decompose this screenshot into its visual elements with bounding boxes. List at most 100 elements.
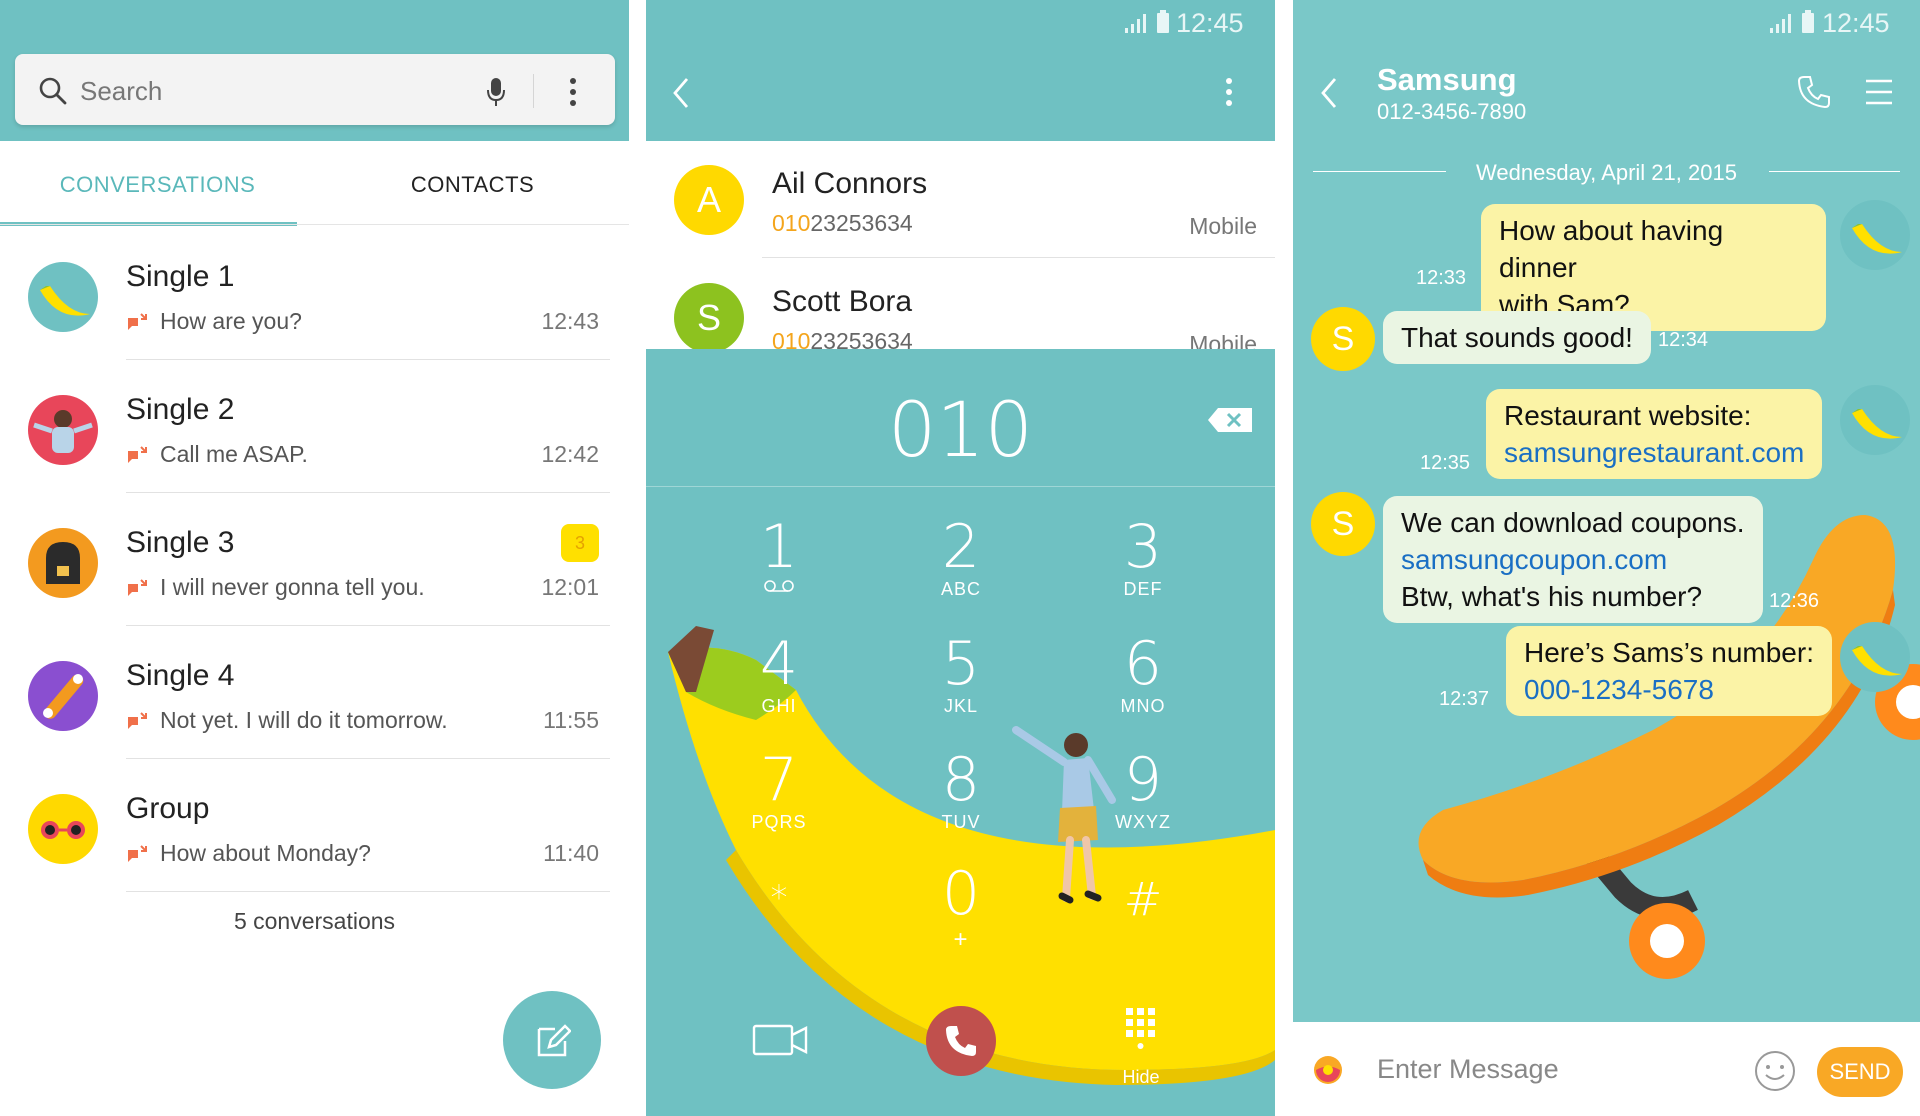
back-arrow-icon[interactable] bbox=[671, 76, 691, 110]
conversation-item[interactable]: Group How about Monday? 11:40 bbox=[0, 760, 629, 892]
message-link[interactable]: samsungrestaurant.com bbox=[1504, 434, 1804, 471]
search-divider bbox=[533, 74, 534, 108]
message-link[interactable]: samsungcoupon.com bbox=[1401, 541, 1745, 578]
contact-name: Ail Connors bbox=[772, 167, 928, 200]
banana-avatar-icon bbox=[1840, 622, 1910, 692]
microphone-icon[interactable] bbox=[485, 76, 507, 108]
message-row: S That sounds good! 12:34 bbox=[1293, 305, 1920, 375]
conversation-item[interactable]: Single 1 How are you? 12:43 bbox=[0, 228, 629, 360]
chat-screen: 12:45 Samsung 012-3456-7890 Wednesday, A… bbox=[1293, 0, 1920, 1116]
key-9[interactable]: 9 WXYZ bbox=[1073, 748, 1213, 833]
conversation-preview: How about Monday? bbox=[160, 840, 371, 866]
send-button[interactable]: SEND bbox=[1817, 1047, 1903, 1097]
conversation-item[interactable]: Single 2 Call me ASAP. 12:42 bbox=[0, 361, 629, 493]
contact-suggestions: A Ail Connors 01023253634 Mobile S Scott… bbox=[646, 141, 1275, 349]
row-divider bbox=[126, 891, 610, 892]
girl-avatar-icon bbox=[28, 395, 98, 465]
message-row: 12:37 Here’s Sams’s number: 000-1234-567… bbox=[1293, 622, 1920, 722]
backspace-icon[interactable] bbox=[1206, 406, 1254, 434]
message-time: 12:37 bbox=[1439, 688, 1490, 710]
conversation-name: Single 4 bbox=[126, 659, 235, 692]
emoji-icon[interactable] bbox=[1753, 1049, 1797, 1093]
chat-contact-number: 012-3456-7890 bbox=[1377, 99, 1527, 124]
key-hash[interactable]: # bbox=[1073, 872, 1213, 926]
key-8[interactable]: 8 TUV bbox=[891, 748, 1031, 833]
hide-keypad-label: Hide bbox=[1122, 1067, 1160, 1087]
unread-badge: 3 bbox=[561, 524, 599, 562]
message-input[interactable]: Enter Message bbox=[1377, 1054, 1559, 1085]
contact-item[interactable]: S Scott Bora 01023253634 Mobile bbox=[646, 259, 1275, 349]
incoming-message-bubble[interactable]: We can download coupons. samsungcoupon.c… bbox=[1383, 496, 1763, 623]
message-row: 12:33 How about having dinner with Sam? bbox=[1293, 200, 1920, 331]
tab-conversations[interactable]: CONVERSATIONS bbox=[0, 172, 315, 198]
tab-divider bbox=[0, 224, 629, 225]
messages-screen: Search CONVERSATIONS CONTACTS Single 1 H… bbox=[0, 0, 629, 1116]
contact-avatar: S bbox=[674, 283, 744, 349]
row-divider bbox=[126, 359, 610, 360]
menu-icon[interactable] bbox=[1864, 78, 1894, 106]
message-time: 12:35 bbox=[1420, 452, 1471, 474]
sent-message-icon bbox=[128, 845, 147, 862]
outgoing-message-bubble[interactable]: Here’s Sams’s number: 000-1234-5678 bbox=[1506, 626, 1832, 716]
message-row: S We can download coupons. samsungcoupon… bbox=[1293, 490, 1920, 623]
signal-icon bbox=[1125, 14, 1146, 33]
key-3[interactable]: 3 DEF bbox=[1073, 515, 1213, 600]
backpack-avatar-icon bbox=[28, 528, 98, 598]
row-divider bbox=[762, 257, 1275, 258]
message-link[interactable]: 000-1234-5678 bbox=[1524, 671, 1814, 708]
compose-icon bbox=[537, 1024, 571, 1057]
key-4[interactable]: 4 GHI bbox=[709, 632, 849, 717]
outgoing-message-bubble[interactable]: Restaurant website: samsungrestaurant.co… bbox=[1486, 389, 1823, 479]
contact-item[interactable]: A Ail Connors 01023253634 Mobile bbox=[646, 141, 1275, 259]
conversation-count: 5 conversations bbox=[233, 908, 396, 934]
conversation-time: 12:42 bbox=[541, 441, 599, 467]
banana-avatar-icon bbox=[28, 262, 98, 332]
sent-message-icon bbox=[128, 712, 147, 729]
search-input[interactable]: Search bbox=[80, 76, 162, 107]
more-options-icon[interactable] bbox=[1224, 76, 1234, 108]
key-7[interactable]: 7 PQRS bbox=[709, 748, 849, 833]
video-call-icon[interactable] bbox=[752, 1023, 808, 1057]
contact-number: 01023253634 bbox=[772, 210, 913, 236]
chat-contact-name: Samsung bbox=[1377, 62, 1517, 97]
contact-number-type: Mobile bbox=[1189, 331, 1257, 349]
key-1[interactable]: 1 bbox=[709, 515, 849, 598]
dialed-number-display: 010 bbox=[887, 385, 1034, 474]
compose-button[interactable] bbox=[503, 991, 601, 1089]
conversation-item[interactable]: Single 4 Not yet. I will do it tomorrow.… bbox=[0, 627, 629, 759]
more-options-icon[interactable] bbox=[568, 76, 578, 108]
conversation-name: Group bbox=[126, 792, 210, 825]
key-5[interactable]: 5 JKL bbox=[891, 632, 1031, 717]
conversation-preview: Call me ASAP. bbox=[160, 441, 308, 467]
row-divider bbox=[126, 492, 610, 493]
sent-message-icon bbox=[128, 446, 147, 463]
status-time: 12:45 bbox=[1176, 8, 1244, 38]
back-arrow-icon[interactable] bbox=[1319, 76, 1339, 110]
call-button[interactable] bbox=[926, 1006, 996, 1076]
hide-keypad-icon[interactable] bbox=[1124, 1006, 1158, 1050]
contact-number-type: Mobile bbox=[1189, 213, 1257, 239]
battery-icon bbox=[1157, 10, 1169, 33]
key-6[interactable]: 6 MNO bbox=[1073, 632, 1213, 717]
phone-call-icon[interactable] bbox=[1796, 74, 1832, 110]
message-time: 12:33 bbox=[1416, 267, 1467, 289]
display-divider bbox=[646, 486, 1275, 487]
sunglasses-avatar-icon bbox=[28, 794, 98, 864]
conversation-name: Single 1 bbox=[126, 260, 235, 293]
key-2[interactable]: 2 ABC bbox=[891, 515, 1031, 600]
conversation-item[interactable]: Single 3 3 I will never gonna tell you. … bbox=[0, 494, 629, 626]
dialer-screen: 12:45 A Ail Connors 01023253634 Mobile S… bbox=[646, 0, 1275, 1116]
battery-icon bbox=[1802, 10, 1814, 33]
conversation-name: Single 2 bbox=[126, 393, 235, 426]
key-0[interactable]: 0 + bbox=[891, 862, 1031, 954]
voicemail-icon bbox=[764, 580, 794, 592]
attach-sticker-icon[interactable] bbox=[1313, 1055, 1343, 1085]
sent-message-icon bbox=[128, 313, 147, 330]
tab-contacts[interactable]: CONTACTS bbox=[315, 172, 629, 198]
sender-avatar: S bbox=[1311, 307, 1375, 371]
search-icon bbox=[39, 77, 67, 105]
conversation-time: 12:01 bbox=[541, 574, 599, 600]
incoming-message-bubble[interactable]: That sounds good! bbox=[1383, 311, 1651, 364]
message-time: 12:36 bbox=[1769, 590, 1820, 612]
key-star[interactable]: * bbox=[709, 878, 849, 918]
